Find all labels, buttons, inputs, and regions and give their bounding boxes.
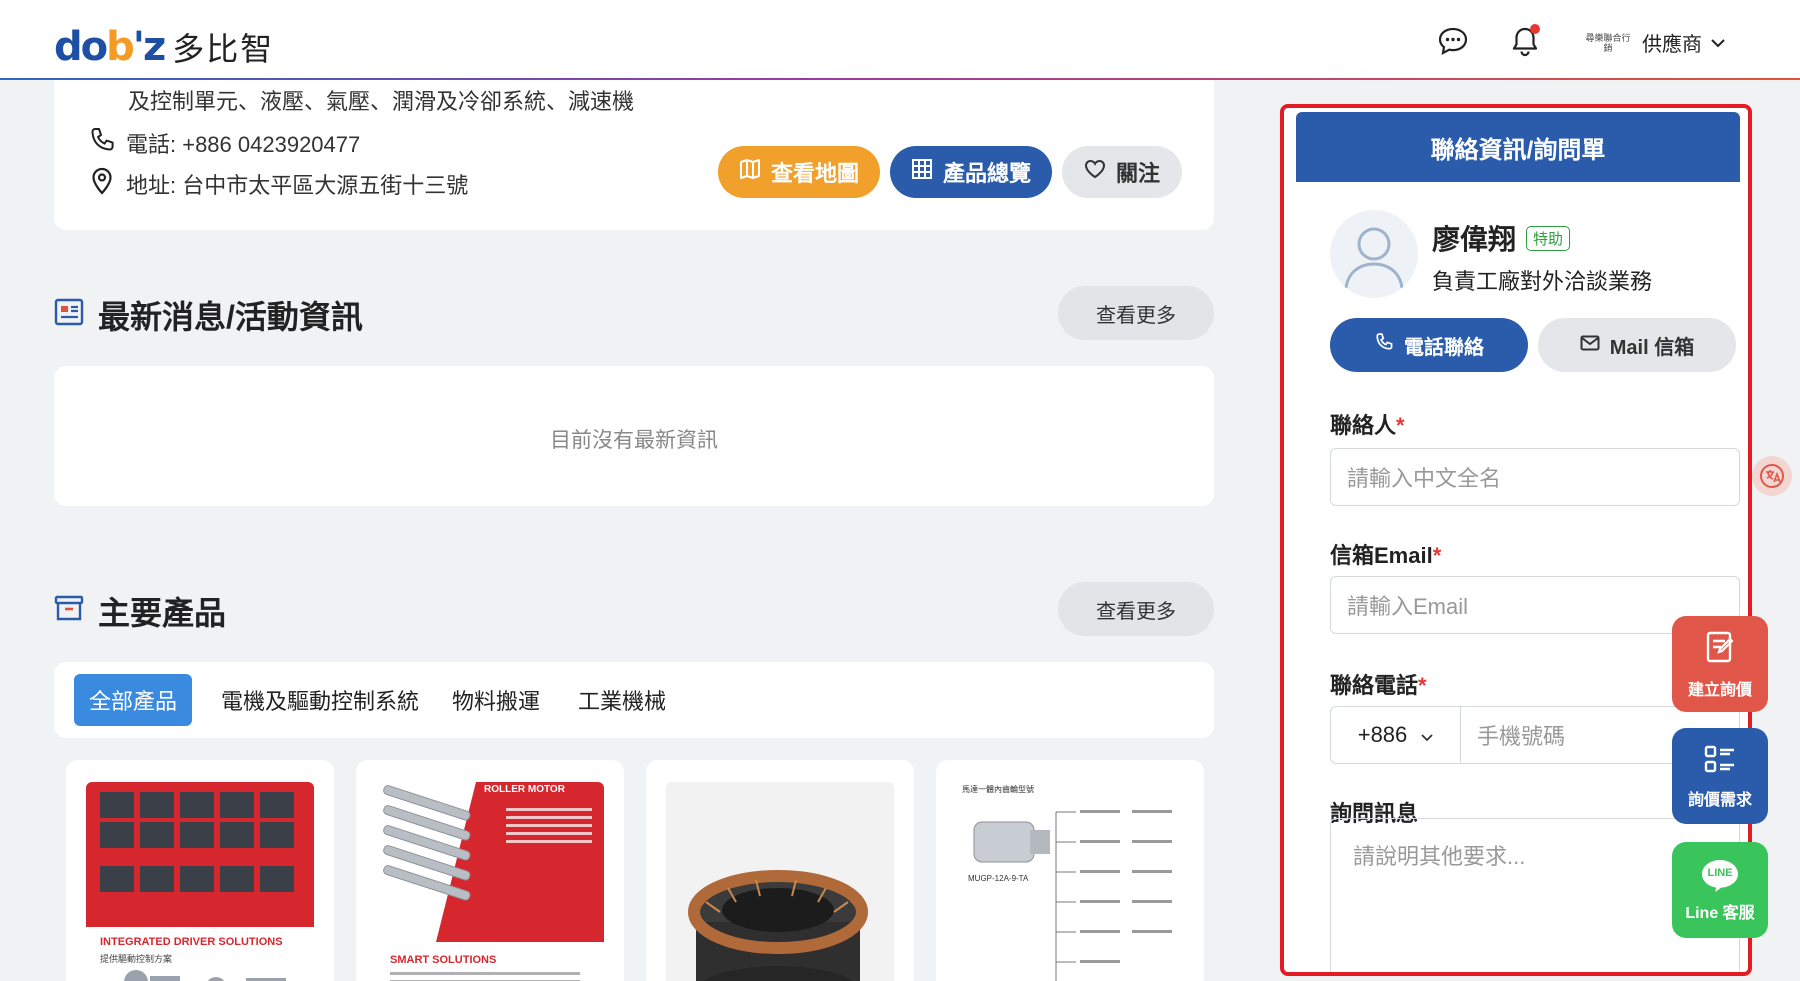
news-card: 目前沒有最新資訊 xyxy=(54,366,1214,506)
product-caption: ROLLER MOTOR xyxy=(484,784,565,795)
dobiz-logo[interactable]: dob'z 多比智 xyxy=(54,24,274,70)
chevron-down-icon xyxy=(1710,31,1726,54)
phone-label: 聯絡電話* xyxy=(1330,673,1427,698)
grid-icon xyxy=(911,158,933,186)
company-phone: 電話: +886 0423920477 xyxy=(88,126,360,160)
tab-industrial-machinery[interactable]: 工業機械 xyxy=(572,674,672,726)
product-image: 馬達一體內齒輪型號 MUGP-12A-9-TA xyxy=(956,782,1184,981)
supplier-logo: 尋樂聯合行銷 xyxy=(1585,32,1631,53)
country-code-value: +886 xyxy=(1357,722,1408,747)
contact-person-role: 負責工廠對外洽談業務 xyxy=(1432,269,1653,294)
contact-name-label: 聯絡人* xyxy=(1330,413,1405,438)
business-scope-text: 及控制單元、液壓、氣壓、潤滑及冷卻系統、減速機 xyxy=(128,89,635,114)
product-subcaption: SMART SOLUTIONS xyxy=(390,954,497,966)
logo-mark: dob'z xyxy=(54,24,166,70)
news-section-title: 最新消息/活動資訊 xyxy=(54,292,363,338)
product-overview-button[interactable]: 產品總覽 xyxy=(890,146,1052,198)
follow-button[interactable]: 關注 xyxy=(1062,146,1182,198)
product-category-tabs: 全部產品 電機及驅動控制系統 物料搬運 工業機械 xyxy=(54,662,1214,738)
map-icon xyxy=(739,159,761,185)
edit-note-icon xyxy=(1702,629,1738,670)
product-card[interactable] xyxy=(646,760,914,981)
view-map-label: 查看地圖 xyxy=(770,161,859,186)
line-chat-icon: LINE xyxy=(1699,857,1741,893)
location-pin-icon xyxy=(88,166,116,202)
supplier-label: 供應商 xyxy=(1642,34,1702,56)
mail-contact-label: Mail 信箱 xyxy=(1609,336,1695,359)
contact-person-badge: 特助 xyxy=(1526,225,1571,251)
top-navigation-bar: dob'z 多比智 尋樂聯合行銷 供應商 xyxy=(0,0,1800,80)
archive-box-icon xyxy=(54,593,84,630)
product-card[interactable]: 馬達一體內齒輪型號 MUGP-12A-9-TA xyxy=(936,760,1204,981)
company-address: 地址: 台中市太平區大源五街十三號 xyxy=(88,166,468,202)
line-service-label: Line 客服 xyxy=(1685,905,1755,922)
logo-text: 多比智 xyxy=(172,31,275,67)
tab-material-handling[interactable]: 物料搬運 xyxy=(446,674,546,726)
news-empty-message: 目前沒有最新資訊 xyxy=(550,429,718,452)
line-logo-text: LINE xyxy=(1707,867,1733,879)
product-caption: 馬達一體內齒輪型號 xyxy=(962,785,1034,794)
product-card[interactable]: ROLLER MOTOR SMART SOLUTIONS xyxy=(356,760,624,981)
notification-bell-icon[interactable] xyxy=(1508,24,1542,58)
quote-request-label: 詢價需求 xyxy=(1687,791,1752,809)
phone-icon xyxy=(88,126,116,160)
panel-title: 聯絡資訊/詢問單 xyxy=(1296,112,1740,182)
create-inquiry-label: 建立詢價 xyxy=(1687,681,1752,699)
news-title-text: 最新消息/活動資訊 xyxy=(98,299,363,335)
product-subcaption: MUGP-12A-9-TA xyxy=(968,874,1029,883)
product-card[interactable]: INTEGRATED DRIVER SOLUTIONS 提供驅動控制方案 xyxy=(66,760,334,981)
create-inquiry-float-button[interactable]: 建立詢價 xyxy=(1672,616,1768,712)
phone-icon xyxy=(1374,332,1394,358)
newspaper-icon xyxy=(54,297,84,334)
heart-icon xyxy=(1084,159,1106,185)
products-section-title: 主要產品 xyxy=(54,588,226,634)
phone-contact-label: 電話聯絡 xyxy=(1404,336,1484,359)
product-overview-label: 產品總覽 xyxy=(942,161,1031,186)
phone-contact-button[interactable]: 電話聯絡 xyxy=(1330,318,1528,372)
supplier-account-menu[interactable]: 尋樂聯合行銷 供應商 xyxy=(1582,28,1726,57)
product-image: ROLLER MOTOR SMART SOLUTIONS xyxy=(376,782,604,981)
tab-motor-drive-control[interactable]: 電機及驅動控制系統 xyxy=(220,674,420,726)
product-caption: INTEGRATED DRIVER SOLUTIONS xyxy=(100,936,283,948)
avatar xyxy=(1330,210,1418,298)
chevron-down-icon xyxy=(1421,722,1433,748)
product-image: INTEGRATED DRIVER SOLUTIONS 提供驅動控制方案 xyxy=(86,782,314,981)
country-code-select[interactable]: +886 xyxy=(1331,707,1461,763)
notification-dot xyxy=(1530,24,1540,34)
products-title-text: 主要產品 xyxy=(98,595,227,631)
mail-icon xyxy=(1580,334,1600,357)
news-view-more-button[interactable]: 查看更多 xyxy=(1058,286,1214,340)
chat-icon[interactable] xyxy=(1436,24,1470,58)
company-phone-text: 電話: +886 0423920477 xyxy=(126,132,361,157)
mail-contact-button[interactable]: Mail 信箱 xyxy=(1538,318,1736,372)
contact-person-name-text: 廖偉翔 xyxy=(1432,224,1517,255)
follow-label: 關注 xyxy=(1115,161,1160,186)
contact-name-input[interactable]: 請輸入中文全名 xyxy=(1330,448,1740,506)
translate-icon[interactable] xyxy=(1752,456,1792,496)
company-address-text: 地址: 台中市太平區大源五街十三號 xyxy=(126,173,469,198)
products-view-more-button[interactable]: 查看更多 xyxy=(1058,582,1214,636)
contact-person-name: 廖偉翔 特助 xyxy=(1432,218,1571,258)
product-subcaption: 提供驅動控制方案 xyxy=(100,954,173,964)
tab-all-products[interactable]: 全部產品 xyxy=(74,674,192,726)
email-label: 信箱Email* xyxy=(1330,543,1442,568)
view-map-button[interactable]: 查看地圖 xyxy=(718,146,880,198)
quote-request-float-button[interactable]: 詢價需求 xyxy=(1672,728,1768,824)
list-icon xyxy=(1703,743,1737,780)
line-service-float-button[interactable]: LINE Line 客服 xyxy=(1672,842,1768,938)
product-image xyxy=(666,782,894,981)
